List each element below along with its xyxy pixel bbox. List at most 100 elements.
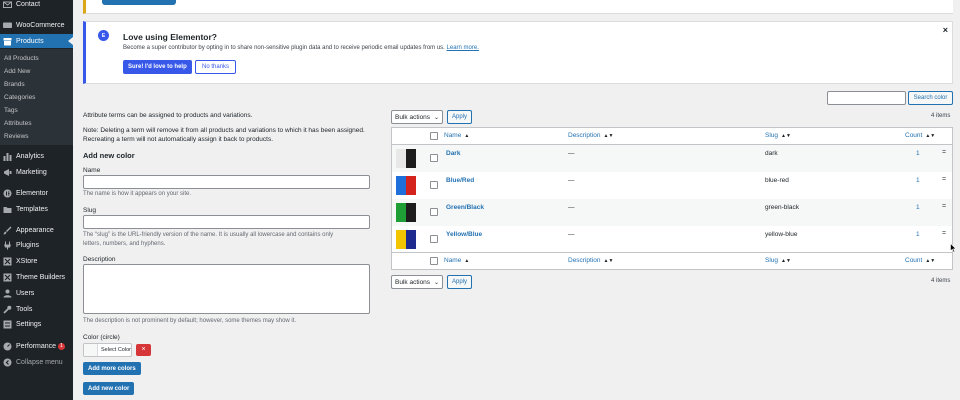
sidebar-item-contact[interactable]: Contact (0, 0, 73, 11)
term-count-link[interactable]: 1 (916, 231, 920, 238)
color-label: Color (circle) (83, 334, 120, 341)
row-checkbox[interactable] (430, 154, 438, 162)
notice-text: Become a super contributor by opting in … (123, 45, 479, 51)
term-name-link[interactable]: Dark (446, 150, 460, 157)
sidebar-item-settings[interactable]: Settings (0, 317, 73, 331)
previous-notice-button[interactable] (102, 0, 176, 5)
sidebar-item-label: Appearance (16, 226, 54, 234)
sidebar-item-products[interactable]: Products (0, 34, 73, 48)
sidebar-item-performance[interactable]: Performance 1 (0, 339, 73, 353)
column-count[interactable]: Count ▲▼ (905, 132, 935, 139)
sidebar-item-label: Analytics (16, 152, 45, 160)
apply-button-top[interactable]: Apply (447, 110, 472, 124)
sidebar-item-label: Products (16, 37, 44, 45)
paintbrush-icon (3, 226, 12, 235)
sort-icon: ▲▼ (781, 258, 791, 264)
collapse-menu-button[interactable]: Collapse menu (0, 355, 73, 369)
slug-help-line2: letters, numbers, and hyphens. (83, 241, 166, 247)
bulk-actions-select-top[interactable]: Bulk actions ⌄ (391, 110, 443, 124)
term-slug: dark (765, 150, 778, 157)
sidebar-item-appearance[interactable]: Appearance (0, 223, 73, 237)
optin-no-button[interactable]: No thanks (195, 60, 237, 74)
drag-handle-icon[interactable]: = (942, 176, 946, 183)
sidebar-item-label: Theme Builders (16, 273, 66, 281)
add-new-color-button[interactable]: Add new color (83, 382, 135, 395)
description-field[interactable] (83, 264, 370, 314)
term-description: — (568, 231, 575, 238)
drag-handle-icon[interactable]: = (942, 203, 946, 210)
column-slug[interactable]: Slug ▲▼ (765, 257, 791, 264)
column-description-label: Description (568, 132, 601, 139)
slug-help-line1: The “slug” is the URL-friendly version o… (83, 232, 334, 238)
table-row: Dark — dark 1 = (392, 145, 952, 172)
color-swatch (84, 344, 98, 356)
update-count-badge: 1 (58, 342, 65, 350)
submenu-reviews[interactable]: Reviews (4, 133, 29, 140)
column-description[interactable]: Description ▲▼ (568, 257, 613, 264)
submenu-categories[interactable]: Categories (4, 94, 35, 101)
chevron-down-icon: ⌄ (433, 279, 439, 286)
column-name[interactable]: Name ▲ (444, 132, 469, 139)
sidebar-item-xstore[interactable]: XStore (0, 254, 73, 268)
column-description-label: Description (568, 257, 601, 264)
bulk-actions-select-bottom[interactable]: Bulk actions ⌄ (391, 275, 443, 289)
close-icon[interactable]: × (943, 25, 948, 35)
add-more-colors-button[interactable]: Add more colors (83, 362, 141, 375)
sidebar-item-theme-builders[interactable]: Theme Builders (0, 270, 73, 284)
column-description[interactable]: Description ▲▼ (568, 132, 613, 139)
term-name-link[interactable]: Blue/Red (446, 177, 474, 184)
submenu-brands[interactable]: Brands (4, 81, 25, 88)
sidebar-item-users[interactable]: Users (0, 286, 73, 300)
term-slug: blue-red (765, 177, 789, 184)
term-name-link[interactable]: Yellow/Blue (446, 231, 482, 238)
optin-yes-button[interactable]: Sure! I'd love to help (123, 60, 192, 74)
sidebar-item-elementor[interactable]: Elementor (0, 186, 73, 200)
row-checkbox[interactable] (430, 181, 438, 189)
bulk-actions-label: Bulk actions (395, 113, 431, 121)
search-color-button[interactable]: Search color (908, 91, 953, 105)
sidebar-item-plugins[interactable]: Plugins (0, 238, 73, 252)
settings-icon (3, 320, 12, 329)
form-note-line1: Note: Deleting a term will remove it fro… (83, 127, 365, 134)
remove-color-button[interactable]: × (136, 344, 151, 356)
select-color-label: Select Color (101, 347, 131, 353)
slug-field[interactable] (83, 215, 370, 229)
previous-notice (83, 0, 953, 14)
drag-handle-icon[interactable]: = (942, 230, 946, 237)
drag-handle-icon[interactable]: = (942, 149, 946, 156)
sidebar-item-tools[interactable]: Tools (0, 302, 73, 316)
sidebar-item-analytics[interactable]: Analytics (0, 149, 73, 163)
learn-more-link[interactable]: Learn more. (447, 45, 479, 51)
sidebar-item-marketing[interactable]: Marketing (0, 165, 73, 179)
submenu-all-products[interactable]: All Products (4, 55, 39, 62)
sort-icon: ▲▼ (925, 133, 936, 139)
column-name[interactable]: Name ▲ (444, 257, 469, 264)
column-slug[interactable]: Slug ▲▼ (765, 132, 791, 139)
term-description: — (568, 177, 575, 184)
submenu-add-new[interactable]: Add New (4, 68, 30, 75)
submenu-tags[interactable]: Tags (4, 107, 18, 114)
megaphone-icon (3, 168, 12, 177)
column-count[interactable]: Count ▲▼ (905, 257, 935, 264)
notice-title: Love using Elementor? (123, 32, 217, 42)
sidebar-item-templates[interactable]: Templates (0, 202, 73, 216)
sidebar-item-woocommerce[interactable]: WooCommerce (0, 18, 73, 32)
row-checkbox[interactable] (430, 208, 438, 216)
term-name-link[interactable]: Green/Black (446, 204, 484, 211)
term-count-link[interactable]: 1 (916, 150, 920, 157)
name-field[interactable] (83, 175, 370, 189)
select-color-button[interactable]: Select Color (83, 343, 132, 357)
submenu-attributes[interactable]: Attributes (4, 120, 31, 127)
row-checkbox[interactable] (430, 235, 438, 243)
table-row: Blue/Red — blue-red 1 = (392, 172, 952, 199)
term-count-link[interactable]: 1 (916, 204, 920, 211)
apply-button-bottom[interactable]: Apply (447, 275, 472, 289)
sidebar-item-label: Templates (16, 205, 48, 213)
select-all-checkbox[interactable] (430, 132, 438, 140)
sort-icon: ▲▼ (603, 133, 614, 139)
sidebar-item-label: Collapse menu (16, 358, 63, 366)
sort-icon: ▲ (464, 133, 470, 139)
term-count-link[interactable]: 1 (916, 177, 920, 184)
select-all-checkbox[interactable] (430, 257, 438, 265)
search-input[interactable] (827, 91, 906, 105)
